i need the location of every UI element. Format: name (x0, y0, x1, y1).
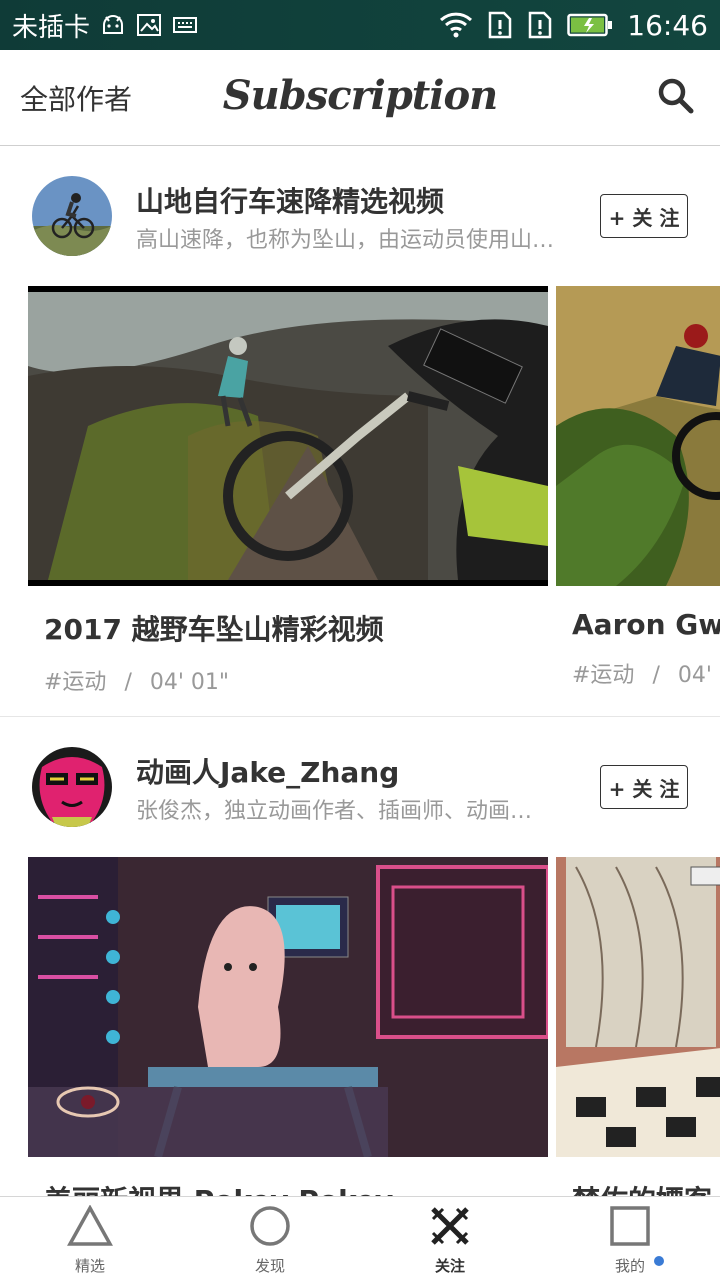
bottom-tab-bar: 精选 发现 关注 我的 (0, 1196, 720, 1280)
tab-mine[interactable]: 我的 (540, 1197, 720, 1280)
tab-label: 精选 (74, 1257, 105, 1275)
follow-button[interactable]: + 关 注 (600, 194, 688, 238)
clock-text: 16:46 (627, 8, 708, 42)
author-description: 高山速降，也称为坠山，由运动员使用山地自行车… (136, 228, 572, 253)
video-title: 梵佐的嫖客 (572, 1179, 720, 1196)
video-card[interactable]: 美丽新视界 Pokey Pokey (28, 857, 548, 1196)
video-thumbnail[interactable] (28, 857, 548, 1157)
tab-featured[interactable]: 精选 (0, 1197, 180, 1280)
meta-separator: / (652, 663, 660, 688)
author-section: 动画人Jake_Zhang 张俊杰，独立动画作者、插画师、动画… + 关 注 (0, 716, 720, 1196)
video-card[interactable]: 2017 越野车坠山精彩视频 #运动 / 04' 01" (28, 286, 548, 696)
app-header: 全部作者 Subscription (0, 50, 720, 146)
square-icon (609, 1205, 651, 1251)
video-thumbnail[interactable] (556, 857, 720, 1157)
notification-dot (654, 1256, 664, 1266)
video-title: 2017 越野车坠山精彩视频 (44, 613, 384, 646)
avatar[interactable] (32, 747, 112, 827)
subscription-feed[interactable]: 山地自行车速降精选视频 高山速降，也称为坠山，由运动员使用山地自行车… + 关 … (0, 146, 720, 1196)
android-icon (100, 13, 126, 37)
author-row[interactable]: 动画人Jake_Zhang 张俊杰，独立动画作者、插画师、动画… + 关 注 (0, 717, 720, 857)
video-thumbnail[interactable] (556, 286, 720, 586)
follow-button[interactable]: + 关 注 (600, 765, 688, 809)
search-icon[interactable] (656, 76, 696, 116)
meta-separator: / (124, 670, 132, 695)
keyboard-icon (172, 15, 198, 35)
video-title: Aaron Gw (572, 608, 720, 641)
video-carousel[interactable]: 2017 越野车坠山精彩视频 #运动 / 04' 01" Aaron Gw #运动 … (0, 286, 720, 716)
page-title: Subscription (222, 72, 498, 119)
status-bar: 未插卡 16:46 (0, 0, 720, 50)
sim-alert-icon (487, 11, 513, 39)
video-thumbnail[interactable] (28, 286, 548, 586)
video-tag[interactable]: #运动 (572, 663, 634, 688)
triangle-icon (67, 1204, 113, 1251)
video-title: 美丽新视界 Pokey Pokey (44, 1179, 548, 1196)
tab-following[interactable]: 关注 (360, 1197, 540, 1280)
author-section: 山地自行车速降精选视频 高山速降，也称为坠山，由运动员使用山地自行车… + 关 … (0, 146, 720, 716)
video-duration: 04' 01" (149, 670, 230, 695)
battery-icon (567, 13, 613, 37)
image-icon (136, 13, 162, 37)
circle-icon (249, 1205, 291, 1251)
carrier-text: 未插卡 (12, 12, 91, 43)
tab-label: 关注 (434, 1257, 465, 1275)
video-tag[interactable]: #运动 (44, 670, 106, 695)
video-card[interactable]: 梵佐的嫖客 (556, 857, 720, 1196)
sim-alert-icon (527, 11, 553, 39)
tab-label: 我的 (614, 1257, 645, 1275)
avatar[interactable] (32, 176, 112, 256)
video-card[interactable]: Aaron Gw #运动 / 04' (556, 286, 720, 689)
tab-discover[interactable]: 发现 (180, 1197, 360, 1280)
video-carousel[interactable]: 美丽新视界 Pokey Pokey 梵佐的嫖客 (0, 857, 720, 1196)
author-name: 动画人Jake_Zhang (136, 756, 400, 789)
wifi-icon (439, 12, 473, 38)
tab-label: 发现 (254, 1257, 285, 1275)
video-meta: #运动 / 04' (572, 657, 720, 689)
crossed-x-icon (429, 1205, 471, 1251)
author-name: 山地自行车速降精选视频 (136, 185, 445, 218)
video-meta: #运动 / 04' 01" (44, 664, 548, 696)
author-description: 张俊杰，独立动画作者、插画师、动画… (136, 799, 533, 824)
video-duration: 04' (677, 663, 712, 688)
author-row[interactable]: 山地自行车速降精选视频 高山速降，也称为坠山，由运动员使用山地自行车… + 关 … (0, 146, 720, 286)
